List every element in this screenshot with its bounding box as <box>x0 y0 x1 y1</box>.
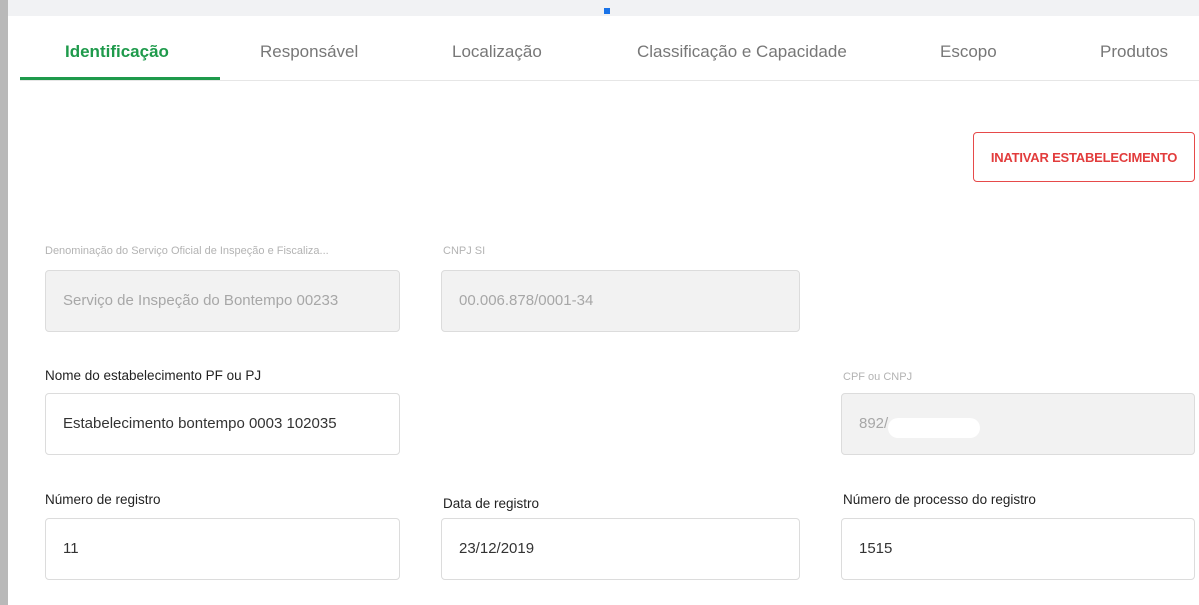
tab-identificacao[interactable]: Identificação <box>65 18 169 80</box>
active-tab-indicator <box>20 77 220 80</box>
tab-produtos[interactable]: Produtos <box>1100 18 1168 80</box>
cpf-cnpj-label: CPF ou CNPJ <box>843 371 913 383</box>
redaction-mask <box>888 418 980 438</box>
page: Identificação Responsável Localização Cl… <box>0 0 1199 605</box>
inactivate-establishment-button[interactable]: INATIVAR ESTABELECIMENTO <box>973 132 1195 182</box>
registration-date-label: Data de registro <box>443 496 540 511</box>
cnpj-si-label: CNPJ SI <box>443 245 486 257</box>
top-marker <box>604 8 610 14</box>
cnpj-si-field[interactable]: 00.006.878/0001-34 <box>441 270 800 332</box>
establishment-name-field[interactable]: Estabelecimento bontempo 0003 102035 <box>45 393 400 455</box>
service-name-field[interactable]: Serviço de Inspeção do Bontempo 00233 <box>45 270 400 332</box>
service-name-label: Denominação do Serviço Oficial de Inspeç… <box>45 245 329 257</box>
tab-escopo[interactable]: Escopo <box>940 18 997 80</box>
tab-localizacao[interactable]: Localização <box>452 18 542 80</box>
window-left-edge <box>0 0 8 605</box>
tab-bar: Identificação Responsável Localização Cl… <box>20 18 1199 81</box>
process-number-field[interactable]: 1515 <box>841 518 1195 580</box>
registration-number-label: Número de registro <box>45 492 161 507</box>
tab-responsavel[interactable]: Responsável <box>260 18 358 80</box>
registration-number-field[interactable]: 11 <box>45 518 400 580</box>
establishment-name-label: Nome do estabelecimento PF ou PJ <box>45 368 262 383</box>
registration-date-field[interactable]: 23/12/2019 <box>441 518 800 580</box>
tab-classificacao-capacidade[interactable]: Classificação e Capacidade <box>637 18 847 80</box>
process-number-label: Número de processo do registro <box>843 492 1036 507</box>
